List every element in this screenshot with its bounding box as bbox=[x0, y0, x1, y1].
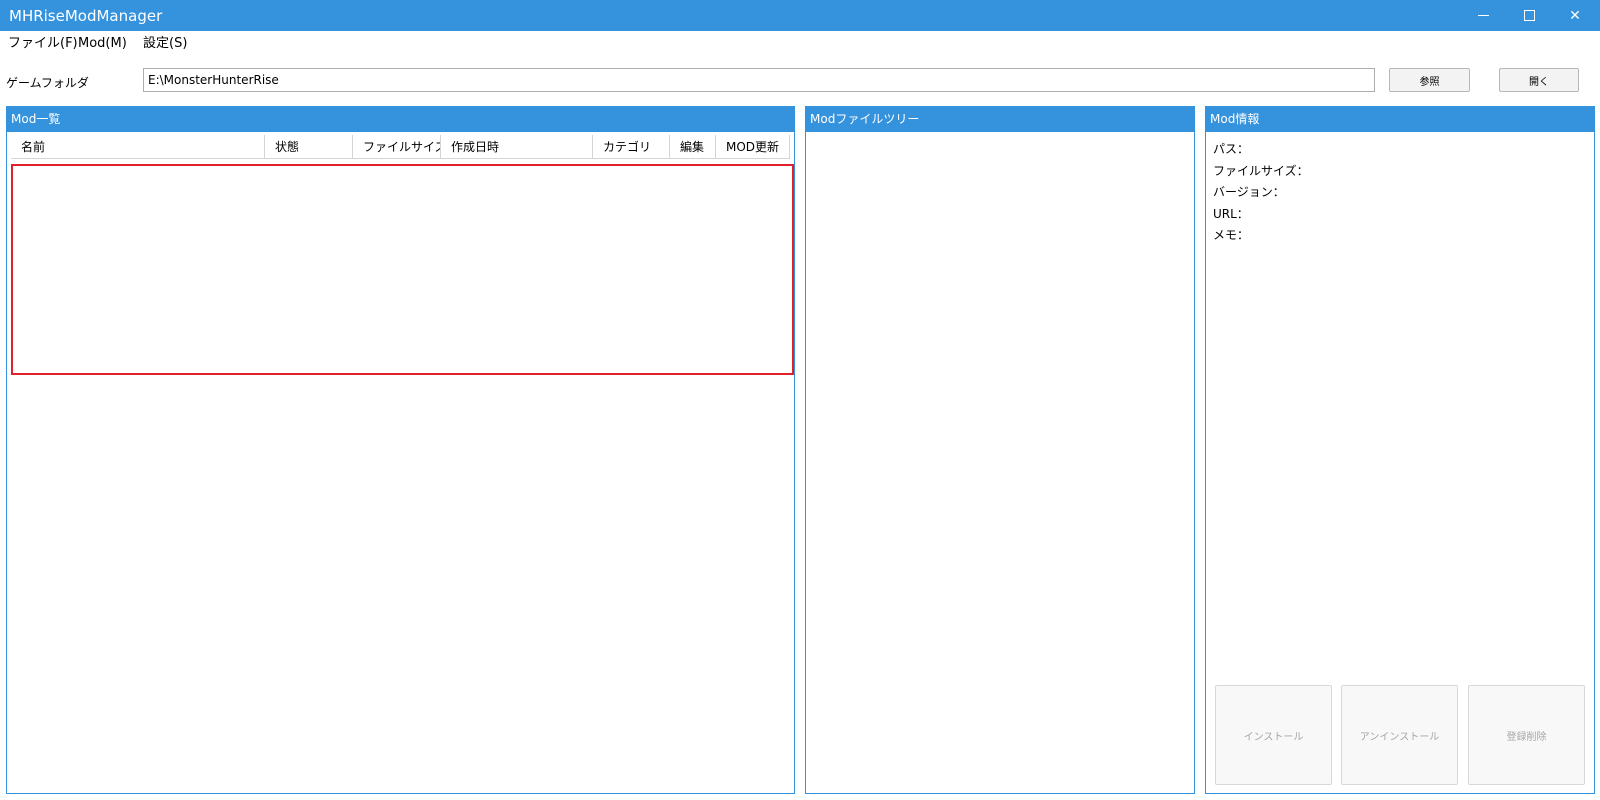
close-icon: ✕ bbox=[1569, 7, 1581, 24]
browse-button[interactable]: 参照 bbox=[1389, 68, 1470, 92]
mod-file-tree-title: Modファイルツリー bbox=[806, 107, 1194, 132]
column-header-edit[interactable]: 編集 bbox=[670, 135, 716, 159]
title-bar[interactable]: MHRiseModManager ✕ bbox=[0, 0, 1600, 31]
column-header-name[interactable]: 名前 bbox=[11, 135, 265, 159]
column-header-mod-update[interactable]: MOD更新 bbox=[716, 135, 790, 159]
mod-info-title: Mod情報 bbox=[1206, 107, 1594, 132]
info-version-label: バージョン： bbox=[1213, 185, 1285, 199]
minimize-button[interactable] bbox=[1460, 0, 1506, 31]
mod-file-tree-panel[interactable]: Modファイルツリー bbox=[805, 106, 1195, 794]
menu-file[interactable]: ファイル(F) bbox=[6, 36, 80, 52]
mod-info-fields: パス： ファイルサイズ： バージョン： URL： メモ： bbox=[1213, 139, 1309, 247]
window-title: MHRiseModManager bbox=[9, 7, 163, 25]
mod-list-title: Mod一覧 bbox=[7, 107, 794, 132]
menu-settings[interactable]: 設定(S) bbox=[141, 36, 189, 52]
menu-mod[interactable]: Mod(M) bbox=[76, 36, 129, 52]
open-button[interactable]: 開く bbox=[1499, 68, 1579, 92]
mod-list-header: 名前 状態 ファイルサイズ 作成日時 カテゴリ 編集 MOD更新 bbox=[11, 135, 790, 159]
mod-info-panel: Mod情報 パス： ファイルサイズ： バージョン： URL： メモ： インストー… bbox=[1205, 106, 1595, 794]
game-folder-input[interactable] bbox=[143, 68, 1375, 92]
menu-bar: ファイル(F) Mod(M) 設定(S) bbox=[0, 33, 1600, 55]
info-url-label: URL： bbox=[1213, 206, 1249, 221]
maximize-icon bbox=[1523, 10, 1535, 21]
column-header-filesize[interactable]: ファイルサイズ bbox=[353, 135, 441, 159]
maximize-button[interactable] bbox=[1506, 0, 1552, 31]
mod-list-drop-area[interactable] bbox=[11, 164, 794, 375]
column-header-status[interactable]: 状態 bbox=[265, 135, 353, 159]
info-memo-label: メモ： bbox=[1213, 228, 1250, 242]
uninstall-button[interactable]: アンインストール bbox=[1341, 685, 1458, 785]
column-header-category[interactable]: カテゴリ bbox=[593, 135, 670, 159]
mod-list-panel: Mod一覧 名前 状態 ファイルサイズ 作成日時 カテゴリ 編集 MOD更新 bbox=[6, 106, 795, 794]
close-button[interactable]: ✕ bbox=[1552, 0, 1598, 31]
minimize-icon bbox=[1477, 15, 1489, 16]
remove-registration-button[interactable]: 登録削除 bbox=[1468, 685, 1585, 785]
info-path-label: パス： bbox=[1213, 142, 1250, 156]
game-folder-label: ゲームフォルダ bbox=[6, 76, 89, 90]
column-header-created[interactable]: 作成日時 bbox=[441, 135, 593, 159]
install-button[interactable]: インストール bbox=[1215, 685, 1332, 785]
info-filesize-label: ファイルサイズ： bbox=[1213, 163, 1309, 178]
